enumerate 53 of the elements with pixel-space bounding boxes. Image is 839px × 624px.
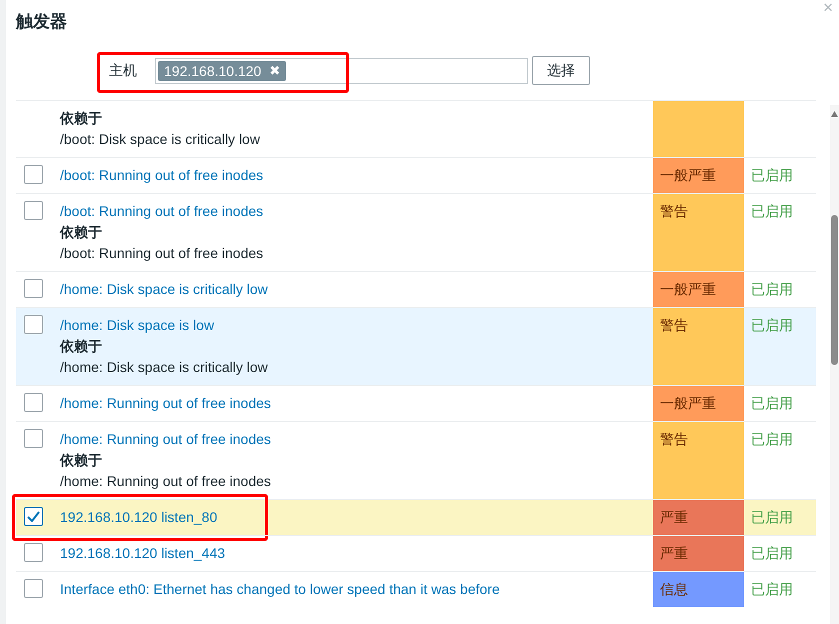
checkbox[interactable] bbox=[24, 393, 43, 412]
depends-label: 依赖于 bbox=[60, 223, 103, 242]
severity-cell: 严重 bbox=[653, 536, 744, 571]
checkbox[interactable] bbox=[24, 279, 43, 298]
checkbox[interactable] bbox=[24, 579, 43, 598]
checkbox[interactable] bbox=[24, 201, 43, 220]
severity-cell: 警告 bbox=[653, 194, 744, 271]
checkbox[interactable] bbox=[24, 429, 43, 448]
checkbox[interactable] bbox=[24, 507, 43, 526]
severity-cell: 一般严重 bbox=[653, 272, 744, 307]
scroll-up-arrow-icon[interactable] bbox=[831, 111, 838, 117]
status-text: 已启用 bbox=[751, 167, 793, 183]
status-text: 已启用 bbox=[751, 395, 793, 411]
trigger-link[interactable]: /boot: Running out of free inodes bbox=[60, 165, 264, 186]
status-text: 已启用 bbox=[751, 509, 793, 525]
select-button[interactable]: 选择 bbox=[532, 56, 590, 85]
dependency-text: /home: Running out of free inodes bbox=[60, 472, 272, 491]
remove-tag-button[interactable]: ✖ bbox=[269, 62, 280, 78]
depends-label: 依赖于 bbox=[60, 337, 103, 356]
dialog-title: 触发器 bbox=[16, 11, 67, 33]
host-input-field[interactable]: 192.168.10.120 ✖ bbox=[155, 58, 528, 84]
depends-label: 依赖于 bbox=[60, 109, 103, 128]
status-text: 已启用 bbox=[751, 317, 793, 333]
status-text: 已启用 bbox=[751, 581, 793, 597]
status-text: 已启用 bbox=[751, 545, 793, 561]
host-tag: 192.168.10.120 ✖ bbox=[158, 60, 286, 80]
status-text: 已启用 bbox=[751, 203, 793, 219]
dependency-text: /boot: Disk space is critically low bbox=[60, 130, 261, 149]
trigger-link[interactable]: /home: Disk space is critically low bbox=[60, 279, 268, 300]
severity-cell: 一般严重 bbox=[653, 386, 744, 421]
trigger-link[interactable]: /boot: Running out of free inodes bbox=[60, 201, 264, 222]
severity-cell: 警告 bbox=[653, 422, 744, 499]
severity-cell: 严重 bbox=[653, 500, 744, 535]
trigger-link[interactable]: /home: Running out of free inodes bbox=[60, 429, 271, 450]
trigger-link[interactable]: 192.168.10.120 listen_443 bbox=[60, 543, 226, 564]
status-text: 已启用 bbox=[751, 431, 793, 447]
dependency-text: /boot: Running out of free inodes bbox=[60, 244, 264, 263]
scrollbar[interactable] bbox=[830, 105, 839, 624]
severity-cell: 警告 bbox=[653, 308, 744, 385]
trigger-link[interactable]: /home: Running out of free inodes bbox=[60, 393, 271, 414]
trigger-link[interactable]: Interface eth0: Ethernet has changed to lower speed than it was before bbox=[60, 579, 500, 600]
host-label: 主机 bbox=[109, 62, 137, 80]
severity-cell: 信息 bbox=[653, 572, 744, 607]
checkbox[interactable] bbox=[24, 165, 43, 184]
dependency-text: /home: Disk space is critically low bbox=[60, 358, 269, 377]
severity-cell: 一般严重 bbox=[653, 158, 744, 193]
status-text: 已启用 bbox=[751, 281, 793, 297]
trigger-link[interactable]: 192.168.10.120 listen_80 bbox=[60, 507, 218, 528]
depends-label: 依赖于 bbox=[60, 451, 103, 470]
trigger-link[interactable]: /home: Disk space is low bbox=[60, 315, 214, 336]
scrollbar-thumb[interactable] bbox=[831, 215, 838, 365]
checkbox[interactable] bbox=[24, 543, 43, 562]
checkbox[interactable] bbox=[24, 315, 43, 334]
